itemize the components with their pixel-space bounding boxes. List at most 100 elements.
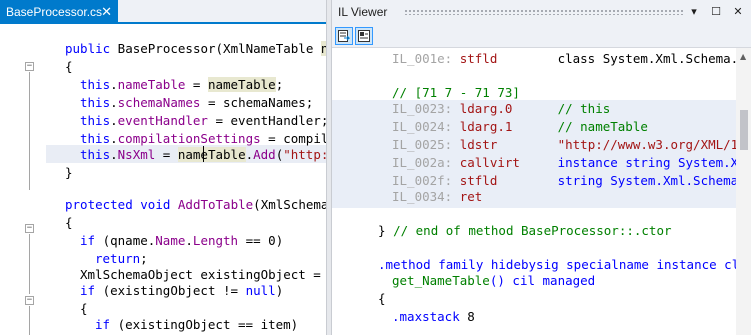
- code-line: protected void AddToTable(XmlSchemaO: [65, 196, 336, 214]
- code-line: {: [65, 214, 73, 232]
- code-token: }: [378, 223, 394, 238]
- close-icon[interactable]: ✕: [101, 0, 112, 24]
- code-token: (qname.: [95, 233, 156, 248]
- code-token: XmlSchemaObject existingObject = t: [80, 267, 336, 282]
- code-token: Length: [192, 233, 239, 248]
- code-token: Name: [155, 233, 186, 248]
- code-token: =: [155, 147, 178, 162]
- scrollbar-thumb[interactable]: [740, 110, 748, 150]
- code-token: return: [95, 251, 141, 266]
- code-token: get_NameTable: [392, 273, 490, 288]
- code-token: ldstr: [459, 137, 498, 152]
- code-token: nameTable: [207, 77, 276, 92]
- code-token: .: [110, 77, 118, 92]
- show-il-button[interactable]: [355, 27, 373, 45]
- show-il-icon: [358, 30, 370, 42]
- code-token: {: [378, 291, 386, 306]
- fold-collapse-icon[interactable]: −: [25, 296, 34, 305]
- editor-tab[interactable]: BaseProcessor.cs ✕: [0, 0, 118, 24]
- code-line: {: [80, 300, 88, 318]
- code-token: // end of method BaseProcessor::.ctor: [393, 223, 672, 238]
- il-viewer-title-bar: IL Viewer ▾ ☐ ✕: [332, 0, 751, 24]
- show-source-button[interactable]: [335, 27, 353, 45]
- il-line: .maxstack 8: [392, 308, 475, 326]
- code-token: if: [80, 283, 96, 298]
- text-caret: [203, 146, 204, 162]
- il-line: } // end of method BaseProcessor::.ctor: [378, 222, 672, 240]
- code-token: // this: [557, 101, 611, 116]
- code-line: if (existingObject != null): [80, 282, 283, 300]
- code-token: if: [95, 317, 111, 332]
- code-token: .: [185, 233, 193, 248]
- code-token: ;: [275, 77, 284, 92]
- il-viewer-panel: IL Viewer ▾ ☐ ✕ IL_001e: stfld class Sys…: [331, 0, 751, 335]
- code-token: = schemaNames;: [200, 95, 314, 110]
- il-viewer-toolbar: [332, 24, 751, 48]
- window-position-dropdown-icon[interactable]: ▾: [686, 4, 702, 20]
- code-token: (XmlSchemaO: [253, 197, 336, 212]
- code-token: .: [245, 147, 254, 162]
- code-token: (existingObject == item): [110, 317, 299, 332]
- code-token: .: [110, 147, 118, 162]
- editor-gutter: − − −: [0, 26, 46, 335]
- code-token: class System.Xml.Schema.: [497, 51, 736, 66]
- fold-guide: [29, 72, 30, 190]
- close-icon[interactable]: ✕: [730, 4, 746, 20]
- code-line: public BaseProcessor(XmlNameTable na: [65, 40, 336, 58]
- vertical-scrollbar[interactable]: ▲: [736, 48, 751, 335]
- code-token: IL_001e:: [392, 51, 460, 66]
- code-token: .method family hidebysig specialname ins…: [378, 257, 736, 272]
- fold-collapse-icon[interactable]: −: [25, 62, 34, 71]
- maximize-icon[interactable]: ☐: [708, 4, 724, 20]
- code-token: {: [65, 59, 73, 74]
- il-line: IL_001e: stfld class System.Xml.Schema.: [392, 50, 736, 68]
- il-line: IL_0024: ldarg.1 // nameTable: [392, 118, 648, 136]
- code-token: "http://www.w3.org/XML/1: [557, 137, 736, 152]
- code-line: this.NsXml = nameTable.Add("http:/: [80, 146, 336, 164]
- editor-tab-strip: BaseProcessor.cs ✕: [0, 0, 326, 24]
- code-token: () cil managed: [489, 273, 596, 288]
- code-token: instance string System.X: [557, 155, 736, 170]
- il-line: IL_0034: ret: [392, 188, 482, 206]
- code-line: this.schemaNames = schemaNames;: [80, 94, 313, 112]
- code-token: IL_002f:: [392, 173, 460, 188]
- code-line: this.nameTable = nameTable;: [80, 76, 283, 94]
- code-token: string System.Xml.Schema: [557, 173, 736, 188]
- code-token: AddToTable: [177, 197, 254, 212]
- il-code-area[interactable]: IL_001e: stfld class System.Xml.Schema. /…: [332, 48, 736, 335]
- fold-collapse-icon[interactable]: −: [25, 224, 34, 233]
- il-viewer-title: IL Viewer: [338, 5, 388, 19]
- code-token: // nameTable: [557, 119, 648, 134]
- code-token: Add: [253, 147, 276, 162]
- code-line: }: [65, 164, 73, 182]
- il-line: get_NameTable() cil managed: [392, 272, 595, 290]
- code-token: IL_002a:: [392, 155, 460, 170]
- code-token: stfld: [459, 51, 498, 66]
- code-token: == 0): [238, 233, 284, 248]
- code-line: {: [65, 58, 73, 76]
- drag-grip[interactable]: [404, 9, 684, 15]
- code-token: callvirt: [459, 155, 520, 170]
- code-token: if: [80, 233, 96, 248]
- code-token: stfld: [459, 173, 498, 188]
- code-editor[interactable]: BaseProcessor.cs ✕ − − − public BaseProc…: [0, 0, 336, 335]
- code-token: =: [185, 77, 208, 92]
- code-token: // [71 7 - 71 73]: [392, 85, 520, 100]
- code-token: this: [80, 147, 111, 162]
- code-token: = eventHandler;: [207, 113, 329, 128]
- scroll-up-icon[interactable]: ▲: [740, 52, 746, 61]
- code-token: {: [65, 215, 73, 230]
- code-line: this.eventHandler = eventHandler;: [80, 112, 328, 130]
- code-token: }: [65, 165, 73, 180]
- code-token: 8: [459, 309, 475, 324]
- code-token: .maxstack: [392, 309, 460, 324]
- code-token: void: [140, 197, 171, 212]
- code-token: ): [275, 283, 284, 298]
- code-token: null: [245, 283, 276, 298]
- code-token: .: [110, 113, 118, 128]
- code-token: = compila: [260, 131, 336, 146]
